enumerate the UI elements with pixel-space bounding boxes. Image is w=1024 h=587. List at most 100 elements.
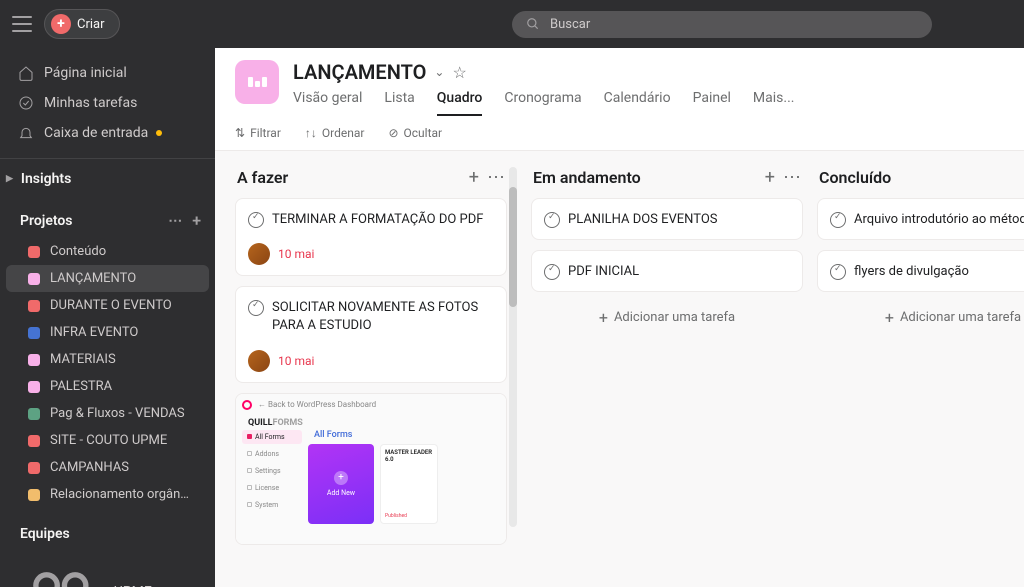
due-date: 10 mai <box>278 354 314 368</box>
tab[interactable]: Cronograma <box>504 90 581 116</box>
sidebar-project-item[interactable]: CAMPANHAS <box>6 454 209 481</box>
bell-icon <box>18 125 34 141</box>
task-title: Arquivo introdutório ao método novo <box>854 211 1024 229</box>
task-card[interactable]: Arquivo introdutório ao método novo <box>817 198 1024 240</box>
tab[interactable]: Quadro <box>437 90 483 116</box>
project-tabs: Visão geral Lista Quadro Cronograma Calendár… <box>293 90 794 116</box>
insights-label: Insights <box>21 171 71 187</box>
search-input[interactable]: Buscar <box>512 11 932 38</box>
sidebar-project-item[interactable]: LANÇAMENTO <box>6 265 209 292</box>
sidebar-mytasks[interactable]: Minhas tarefas <box>0 88 215 118</box>
complete-check-icon[interactable] <box>544 212 560 228</box>
project-label: SITE - COUTO UPME <box>50 433 167 448</box>
sidebar-inbox[interactable]: Caixa de entrada <box>0 118 215 148</box>
board-column: A fazer + ⋯ TERMINAR A FORMATAÇÃO DO PDF… <box>235 167 507 571</box>
project-label: INFRA EVENTO <box>50 325 138 340</box>
task-card-attachment[interactable]: ← Back to WordPress Dashboard QUILLFORMS… <box>235 393 507 545</box>
project-label: Conteúdo <box>50 244 106 259</box>
sort-button[interactable]: ↑↓Ordenar <box>305 126 365 140</box>
sidebar-teams-section[interactable]: Equipes <box>0 518 215 550</box>
sidebar-projects-section[interactable]: Projetos ⋯ + <box>0 203 215 238</box>
task-title: PDF INICIAL <box>568 263 639 281</box>
project-color-dot <box>28 327 40 339</box>
filter-label: Filtrar <box>250 126 281 140</box>
column-title[interactable]: Em andamento <box>533 168 757 187</box>
sidebar-project-item[interactable]: SITE - COUTO UPME <box>6 427 209 454</box>
add-task-label: Adicionar uma tarefa <box>614 310 735 325</box>
search-placeholder: Buscar <box>550 17 590 32</box>
project-color-dot <box>28 462 40 474</box>
project-title: LANÇAMENTO <box>293 60 426 84</box>
sidebar-home[interactable]: Página inicial <box>0 58 215 88</box>
sidebar-home-label: Página inicial <box>44 65 127 81</box>
add-task-button[interactable]: +Adicionar uma tarefa <box>817 298 1024 337</box>
board-column: Em andamento + ⋯ PLANILHA DOS EVENTOS PD… <box>531 167 803 571</box>
add-task-button[interactable]: +Adicionar uma tarefa <box>531 298 803 337</box>
tab[interactable]: Visão geral <box>293 90 362 116</box>
filter-icon: ⇅ <box>235 126 245 140</box>
project-color-dot <box>28 489 40 501</box>
sidebar-project-item[interactable]: Conteúdo <box>6 238 209 265</box>
menu-toggle-icon[interactable] <box>12 16 32 32</box>
column-more-icon[interactable]: ⋯ <box>487 167 505 188</box>
complete-check-icon[interactable] <box>830 212 846 228</box>
complete-check-icon[interactable] <box>830 264 846 280</box>
sidebar-project-item[interactable]: INFRA EVENTO <box>6 319 209 346</box>
projects-label: Projetos <box>20 213 73 229</box>
column-title[interactable]: Concluído <box>819 168 1024 187</box>
topbar: + Criar Buscar <box>0 0 1024 48</box>
add-task-label: Adicionar uma tarefa <box>900 310 1021 325</box>
sidebar-inbox-label: Caixa de entrada <box>44 125 148 141</box>
sidebar-project-item[interactable]: Pag & Fluxos - VENDAS <box>6 400 209 427</box>
card-list: Arquivo introdutório ao método novo flye… <box>817 198 1024 292</box>
people-icon <box>18 557 104 587</box>
task-card[interactable]: PLANILHA DOS EVENTOS <box>531 198 803 240</box>
sidebar-project-item[interactable]: PALESTRA <box>6 373 209 400</box>
task-card[interactable]: PDF INICIAL <box>531 250 803 292</box>
complete-check-icon[interactable] <box>248 212 264 228</box>
create-button[interactable]: + Criar <box>44 9 120 39</box>
more-icon[interactable]: ⋯ <box>168 213 182 229</box>
tab[interactable]: Lista <box>384 90 414 116</box>
add-task-icon[interactable]: + <box>469 167 479 188</box>
board-column: Concluído + ⋯ Arquivo introdutório ao mé… <box>817 167 1024 571</box>
column-header: Concluído + ⋯ <box>817 167 1024 198</box>
scrollbar[interactable] <box>509 167 517 527</box>
tab[interactable]: Calendário <box>604 90 671 116</box>
project-label: CAMPANHAS <box>50 460 129 475</box>
column-title[interactable]: A fazer <box>237 168 461 187</box>
project-label: MATERIAIS <box>50 352 116 367</box>
hide-button[interactable]: ⊘Ocultar <box>388 126 442 140</box>
filter-button[interactable]: ⇅ Filtrar <box>235 126 281 140</box>
card-list: TERMINAR A FORMATAÇÃO DO PDF 10 mai SOLI… <box>235 198 507 545</box>
sidebar-project-item[interactable]: Relacionamento orgânico <box>6 481 209 508</box>
project-label: Relacionamento orgânico <box>50 487 191 502</box>
tab[interactable]: Mais... <box>753 90 795 116</box>
search-icon <box>526 17 540 31</box>
thumb-side-item: License <box>242 481 302 495</box>
complete-check-icon[interactable] <box>544 264 560 280</box>
star-icon[interactable]: ☆ <box>452 63 466 82</box>
task-card[interactable]: TERMINAR A FORMATAÇÃO DO PDF 10 mai <box>235 198 507 276</box>
add-task-icon[interactable]: + <box>765 167 775 188</box>
task-card[interactable]: flyers de divulgação <box>817 250 1024 292</box>
sidebar-insights-section[interactable]: ▶ Insights <box>0 158 215 195</box>
attachment-thumb: ← Back to WordPress Dashboard QUILLFORMS… <box>236 394 506 544</box>
task-card[interactable]: SOLICITAR NOVAMENTE AS FOTOS PARA A ESTU… <box>235 286 507 382</box>
avatar <box>248 243 270 265</box>
tab[interactable]: Painel <box>693 90 731 116</box>
column-header: Em andamento + ⋯ <box>531 167 803 198</box>
project-label: Pag & Fluxos - VENDAS <box>50 406 185 421</box>
column-header: A fazer + ⋯ <box>235 167 507 198</box>
column-more-icon[interactable]: ⋯ <box>783 167 801 188</box>
sidebar-project-item[interactable]: MATERIAIS <box>6 346 209 373</box>
sidebar-project-item[interactable]: DURANTE O EVENTO <box>6 292 209 319</box>
create-label: Criar <box>77 17 105 32</box>
sidebar-mytasks-label: Minhas tarefas <box>44 95 137 111</box>
thumb-form-tile: MASTER LEADER 6.0Published <box>380 444 438 524</box>
add-project-icon[interactable]: + <box>192 211 201 230</box>
thumb-side-item: All Forms <box>242 430 302 444</box>
complete-check-icon[interactable] <box>248 300 264 316</box>
chevron-down-icon[interactable]: ⌄ <box>434 65 444 79</box>
team-item[interactable]: UPME Experience ▸ <box>0 550 215 587</box>
